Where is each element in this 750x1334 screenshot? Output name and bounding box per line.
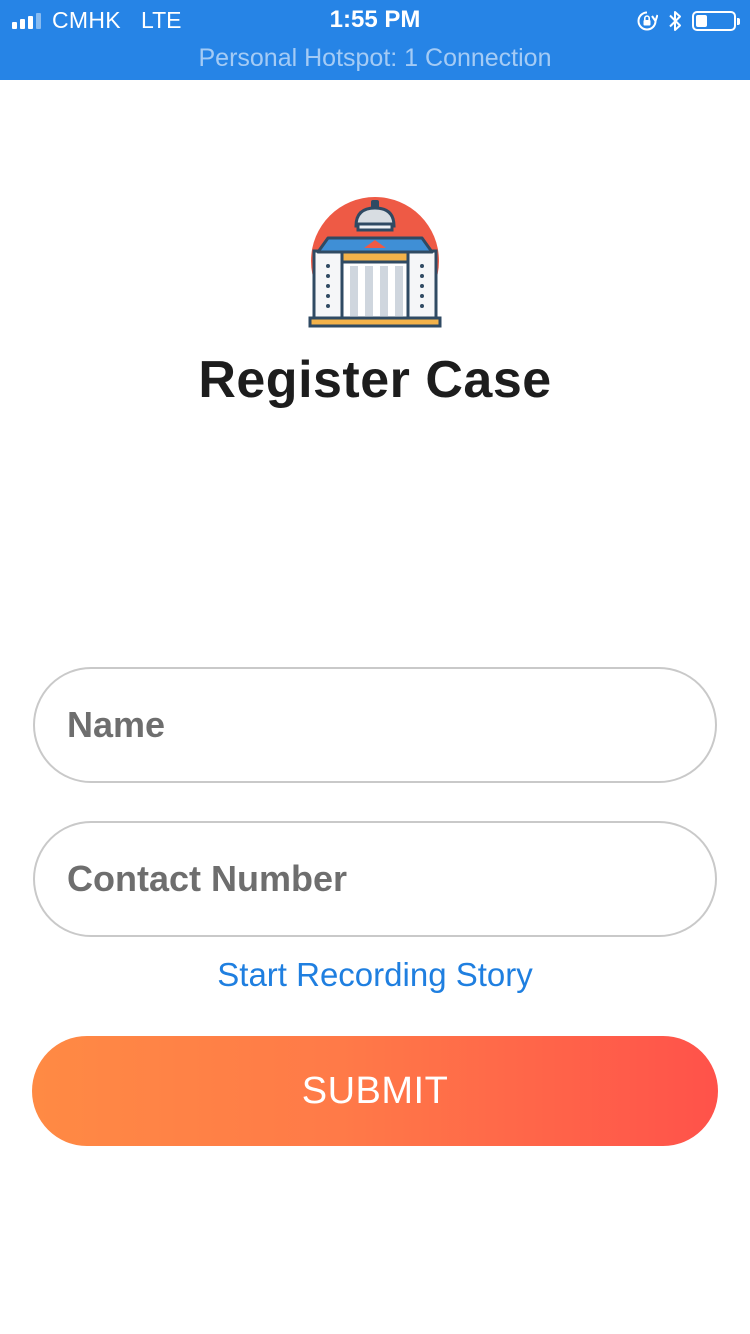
status-bar: CMHK LTE 1:55 PM Personal Hotspot: 1 Con… — [0, 0, 750, 80]
name-input[interactable] — [33, 667, 717, 783]
status-icons — [636, 8, 740, 34]
page-title: Register Case — [198, 351, 552, 409]
hotspot-banner[interactable]: Personal Hotspot: 1 Connection — [0, 44, 750, 73]
battery-icon — [692, 11, 740, 31]
bluetooth-icon — [669, 11, 681, 31]
rotation-lock-icon — [637, 11, 658, 31]
contact-number-input[interactable] — [33, 821, 717, 937]
start-recording-link[interactable]: Start Recording Story — [0, 956, 750, 994]
courthouse-icon — [308, 197, 442, 328]
submit-button[interactable]: SUBMIT — [32, 1036, 718, 1146]
